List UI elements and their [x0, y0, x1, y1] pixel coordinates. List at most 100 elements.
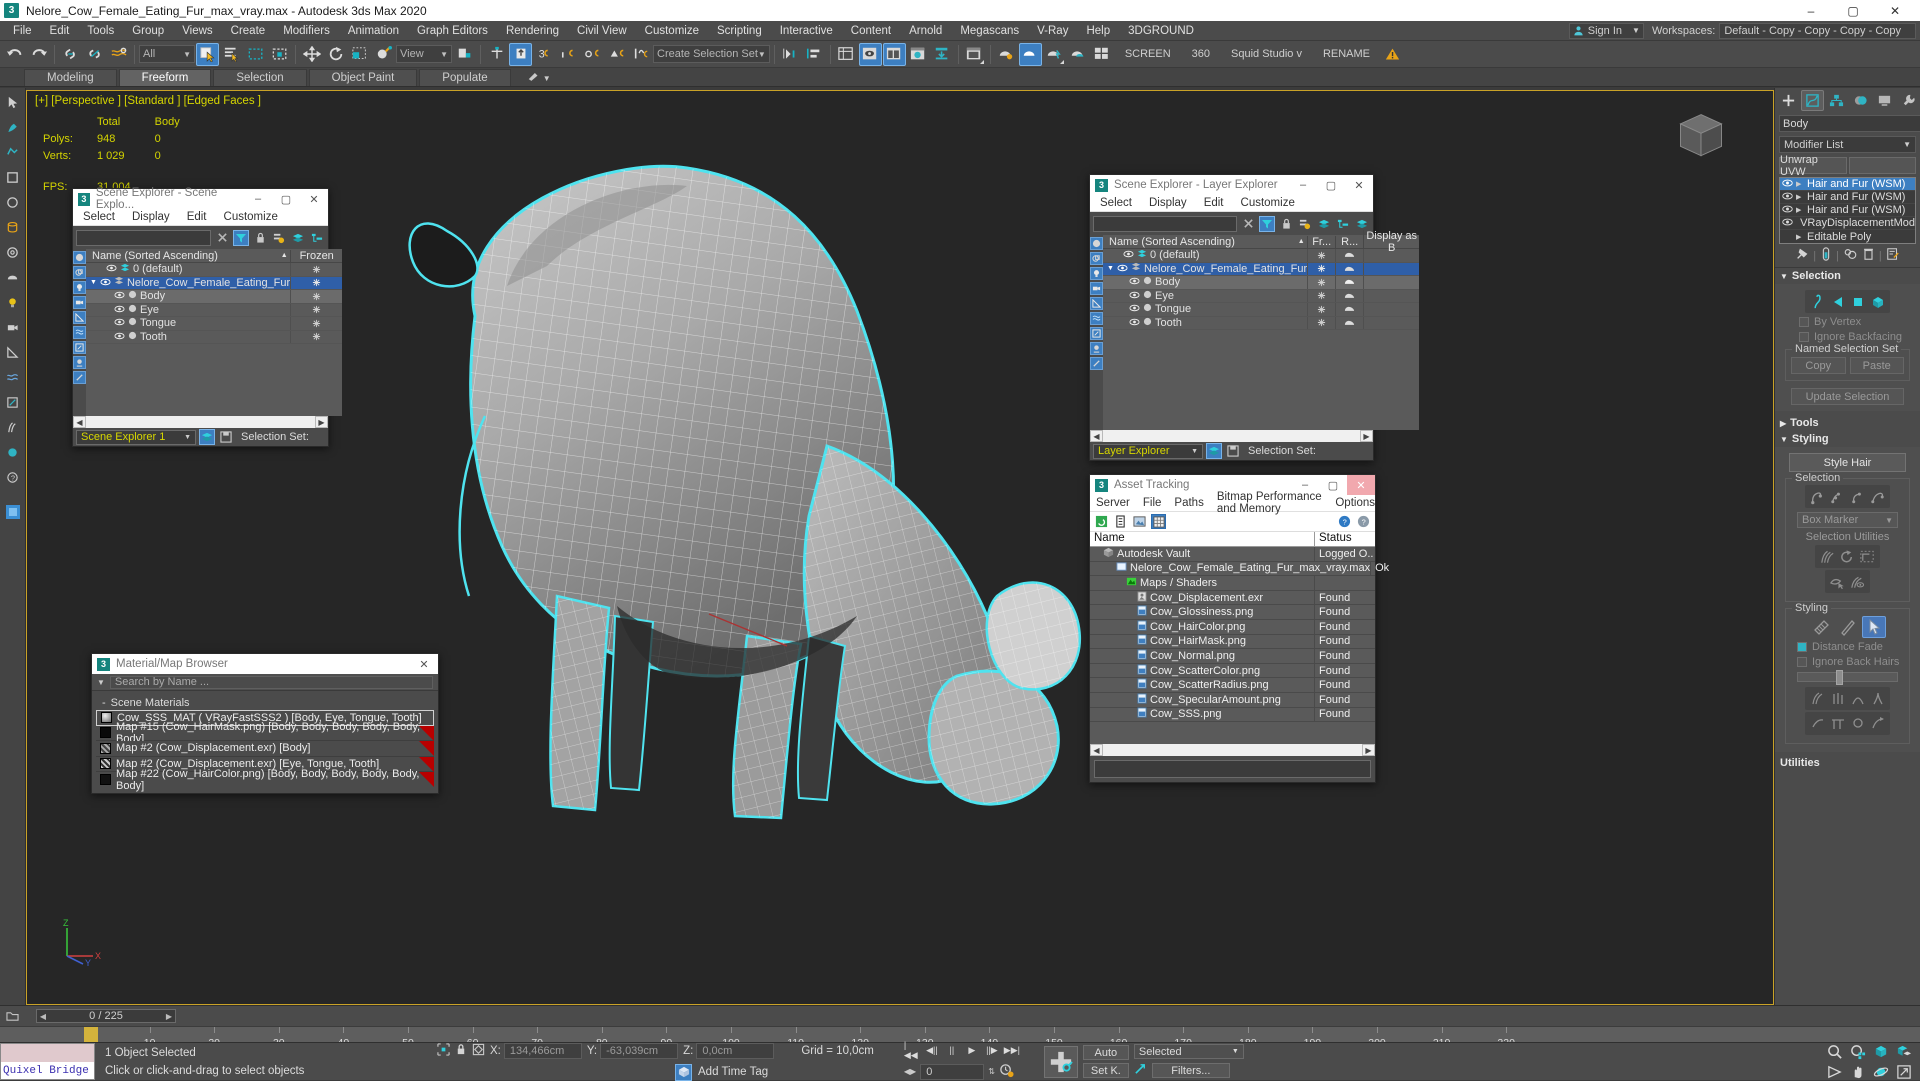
menu-vray[interactable]: V-Ray: [1028, 21, 1077, 41]
freeform-polydraw-icon[interactable]: [3, 142, 23, 162]
clear-search-icon[interactable]: [214, 230, 230, 246]
help-assets-icon[interactable]: ?: [1337, 514, 1352, 529]
modifier-stack-row[interactable]: ▶ Hair and Fur (WSM): [1780, 191, 1915, 204]
light-icon[interactable]: [3, 292, 23, 312]
freeze-icon[interactable]: [1317, 318, 1326, 327]
spacewarp-icon[interactable]: [3, 367, 23, 387]
hierarchy-tab[interactable]: [1825, 90, 1848, 111]
filter-shapes-icon[interactable]: [73, 266, 86, 279]
hair-brush-icon[interactable]: [1810, 616, 1834, 638]
copy-selection-button[interactable]: Copy: [1791, 357, 1846, 374]
prev-key-icon[interactable]: ◀: [37, 1012, 49, 1021]
material-map-browser-window[interactable]: 3 Material/Map Browser ✕ ▼ Search by Nam…: [91, 653, 439, 794]
scene-explorer-close[interactable]: ✕: [300, 189, 328, 209]
le-col-name[interactable]: Name (Sorted Ascending): [1103, 236, 1295, 248]
layer-explorer-titlebar[interactable]: 3 Scene Explorer - Layer Explorer – ▢ ✕: [1090, 175, 1373, 195]
ribbon-tab-selection[interactable]: Selection: [213, 69, 307, 86]
paste-selection-button[interactable]: Paste: [1849, 357, 1904, 374]
chevron-down-icon[interactable]: ▼: [1632, 26, 1640, 35]
eye-icon[interactable]: [1123, 249, 1134, 261]
invert-selection-icon[interactable]: [1838, 548, 1857, 565]
menu-tools[interactable]: Tools: [78, 21, 123, 41]
menu-modifiers[interactable]: Modifiers: [274, 21, 339, 41]
lock-icon[interactable]: [1278, 216, 1294, 232]
material-row[interactable]: Map #15 (Cow_HairMask.png) [Body, Body, …: [96, 721, 434, 745]
menu-animation[interactable]: Animation: [339, 21, 408, 41]
chevron-down-icon[interactable]: ▼: [543, 74, 551, 83]
at-menu-bitmap-performance[interactable]: Bitmap Performance and Memory: [1217, 491, 1323, 515]
menu-views[interactable]: Views: [173, 21, 221, 41]
ribbon-tab-freeform[interactable]: Freeform: [118, 69, 212, 86]
lock-icon[interactable]: [252, 230, 268, 246]
freeze-icon[interactable]: [1317, 291, 1326, 300]
render-production-icon[interactable]: [995, 43, 1018, 66]
eye-icon[interactable]: [1129, 290, 1140, 302]
renderable-teapot-icon[interactable]: [1344, 305, 1355, 313]
eye-icon[interactable]: [100, 277, 111, 289]
se-row[interactable]: Tongue: [86, 317, 343, 331]
at-row[interactable]: Cow_Normal.png Found: [1090, 649, 1375, 664]
element-subobject-icon[interactable]: [1868, 293, 1887, 310]
eye-icon[interactable]: [106, 263, 117, 275]
menu-3dground[interactable]: 3DGROUND: [1119, 21, 1203, 41]
rotate-selection-icon[interactable]: [1858, 548, 1877, 565]
eye-icon[interactable]: [1129, 317, 1140, 329]
se-col-frozen[interactable]: Frozen: [290, 249, 342, 262]
modifier-stack-row[interactable]: VRayDisplacementMod: [1780, 217, 1915, 230]
asset-tracking-close[interactable]: ✕: [1347, 475, 1375, 495]
grid-view-icon[interactable]: [1151, 514, 1166, 529]
set-key-arrow-icon[interactable]: [1134, 1062, 1148, 1079]
polygon-subobject-icon[interactable]: [1848, 293, 1867, 310]
hair-pop-zero-icon[interactable]: [1868, 715, 1887, 732]
warning-icon[interactable]: [1381, 43, 1404, 66]
scene-explorer-preset-dropdown[interactable]: Scene Explorer 1 ▼: [76, 429, 196, 445]
at-row[interactable]: Cow_Glossiness.png Found: [1090, 605, 1375, 620]
workspaces-selector[interactable]: Workspaces: Default - Copy - Copy - Copy…: [1652, 22, 1916, 39]
vertex-subobject-icon[interactable]: [1828, 293, 1847, 310]
modifier-stack-row[interactable]: ▶ Hair and Fur (WSM): [1780, 178, 1915, 191]
se-col-name[interactable]: Name (Sorted Ascending): [86, 250, 278, 262]
se-row[interactable]: Body: [86, 290, 343, 304]
percent-snap-icon[interactable]: 3: [533, 43, 556, 66]
filter-geometry-icon[interactable]: [73, 251, 86, 264]
scroll-right-icon[interactable]: ▶: [1362, 744, 1375, 757]
modify-tab[interactable]: [1801, 89, 1824, 111]
scroll-left-icon[interactable]: ◀: [73, 416, 86, 428]
zoom-extents-icon[interactable]: [1870, 1043, 1891, 1061]
material-row[interactable]: Map #22 (Cow_HairColor.png) [Body, Body,…: [96, 768, 434, 792]
menu-file[interactable]: File: [4, 21, 41, 41]
at-row[interactable]: Cow_ScatterRadius.png Found: [1090, 678, 1375, 693]
filter-shapes-icon[interactable]: [1090, 252, 1103, 265]
freeze-icon[interactable]: [312, 305, 321, 314]
cylinder-icon[interactable]: [3, 217, 23, 237]
freeze-icon[interactable]: [312, 332, 321, 341]
rollout-utilities-header[interactable]: Utilities: [1775, 755, 1920, 771]
expand-arrow-icon[interactable]: ▼: [1107, 265, 1114, 272]
material-browser-close[interactable]: ✕: [410, 654, 438, 674]
filter-geometry-icon[interactable]: [1090, 237, 1103, 250]
material-browser-search-input[interactable]: Search by Name ...: [109, 675, 433, 689]
eye-icon[interactable]: [1782, 217, 1793, 229]
menu-group[interactable]: Group: [123, 21, 173, 41]
at-row[interactable]: Autodesk Vault Logged O..: [1090, 547, 1375, 562]
display-tab[interactable]: [1873, 90, 1896, 111]
next-frame-icon[interactable]: ||▶: [984, 1043, 1000, 1058]
maximize-viewport-icon[interactable]: [1893, 1063, 1914, 1081]
expand-arrow-icon[interactable]: ▶: [1796, 193, 1804, 201]
at-row[interactable]: Maps / Shaders: [1090, 576, 1375, 591]
save-explorer-icon[interactable]: [218, 429, 234, 445]
minimize-button[interactable]: –: [1790, 0, 1832, 21]
modifier-stack-row[interactable]: ▶ Hair and Fur (WSM): [1780, 204, 1915, 217]
select-all-hair-icon[interactable]: [1818, 548, 1837, 565]
key-filters-button[interactable]: Filters...: [1151, 1063, 1230, 1078]
new-layer-icon[interactable]: [1316, 216, 1332, 232]
scroll-right-icon[interactable]: ▶: [315, 416, 328, 428]
orbit-icon[interactable]: [1870, 1063, 1891, 1081]
menu-content[interactable]: Content: [842, 21, 900, 41]
window-crossing-icon[interactable]: [268, 43, 291, 66]
rollout-tools-header[interactable]: ▶ Tools: [1775, 415, 1920, 431]
at-row[interactable]: Cow_SpecularAmount.png Found: [1090, 692, 1375, 708]
set-key-big-button[interactable]: [1043, 1045, 1078, 1078]
current-frame-field[interactable]: ◀ 0 / 225 ▶: [36, 1009, 176, 1023]
menu-interactive[interactable]: Interactive: [771, 21, 842, 41]
